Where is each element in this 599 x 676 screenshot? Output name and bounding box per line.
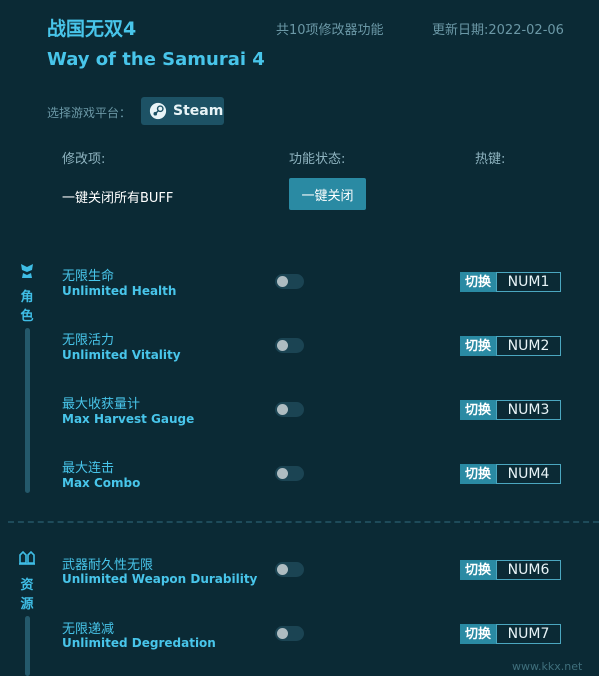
game-title-en: Way of the Samurai 4 (47, 49, 265, 70)
hotkey-key: NUM4 (496, 464, 562, 484)
hotkey-key: NUM2 (496, 336, 562, 356)
hotkey-unlimited-health[interactable]: 切换 NUM1 (460, 272, 562, 292)
section-label-resources: 资源 (20, 578, 34, 612)
hotkey-unlimited-vitality[interactable]: 切换 NUM2 (460, 336, 562, 356)
feature-name-cn: 最大收获量计 (62, 397, 141, 412)
feature-name-en: Unlimited Vitality (62, 348, 181, 362)
feature-name-en: Unlimited Degredation (62, 636, 216, 650)
hotkey-switch-label: 切换 (460, 400, 497, 420)
toggle-unlimited-degredation[interactable] (275, 626, 304, 641)
hotkey-unlimited-degredation[interactable]: 切换 NUM7 (460, 624, 562, 644)
feature-name-en: Max Combo (62, 476, 141, 490)
feature-name-en: Unlimited Weapon Durability (62, 572, 258, 586)
hotkey-switch-label: 切换 (460, 272, 497, 292)
character-icon (21, 264, 33, 278)
toggle-unlimited-vitality[interactable] (275, 338, 304, 353)
resources-icon (19, 550, 35, 565)
section-label-character: 角色 (20, 290, 34, 324)
toggle-unlimited-weapon-durability[interactable] (275, 562, 304, 577)
watermark: www.kkx.net (512, 660, 583, 673)
feature-count: 共10项修改器功能 (276, 23, 384, 38)
toggle-unlimited-health[interactable] (275, 274, 304, 289)
close-all-button[interactable]: 一键关闭 (289, 178, 366, 210)
hotkey-switch-label: 切换 (460, 464, 497, 484)
section-divider (8, 521, 599, 523)
hotkey-switch-label: 切换 (460, 336, 497, 356)
feature-name-cn: 无限生命 (62, 269, 115, 284)
feature-name-en: Max Harvest Gauge (62, 412, 195, 426)
update-date: 更新日期:2022-02-06 (432, 23, 564, 38)
feature-name-cn: 武器耐久性无限 (62, 558, 154, 573)
hotkey-switch-label: 切换 (460, 624, 497, 644)
game-title-cn: 战国无双4 (47, 18, 137, 40)
feature-name-cn: 最大连击 (62, 461, 115, 476)
hotkey-switch-label: 切换 (460, 560, 497, 580)
section-scroll-bar-character (25, 328, 30, 493)
feature-name-en: Unlimited Health (62, 284, 177, 298)
hotkey-unlimited-weapon-durability[interactable]: 切换 NUM6 (460, 560, 562, 580)
column-hotkey: 热键: (475, 152, 506, 167)
steam-button-label: Steam (173, 103, 224, 119)
column-item: 修改项: (62, 152, 106, 167)
feature-name-cn: 无限活力 (62, 333, 115, 348)
toggle-max-combo[interactable] (275, 466, 304, 481)
column-status: 功能状态: (289, 152, 346, 167)
hotkey-key: NUM1 (496, 272, 562, 292)
platform-label: 选择游戏平台： (47, 106, 132, 120)
steam-icon (149, 102, 167, 120)
hotkey-key: NUM3 (496, 400, 562, 420)
hotkey-key: NUM7 (496, 624, 562, 644)
hotkey-max-combo[interactable]: 切换 NUM4 (460, 464, 562, 484)
close-all-buff-label: 一键关闭所有BUFF (62, 191, 174, 206)
hotkey-max-harvest-gauge[interactable]: 切换 NUM3 (460, 400, 562, 420)
section-scroll-bar-resources (25, 616, 30, 676)
steam-platform-button[interactable]: Steam (141, 97, 224, 125)
hotkey-key: NUM6 (496, 560, 562, 580)
toggle-max-harvest-gauge[interactable] (275, 402, 304, 417)
feature-name-cn: 无限递减 (62, 622, 115, 637)
